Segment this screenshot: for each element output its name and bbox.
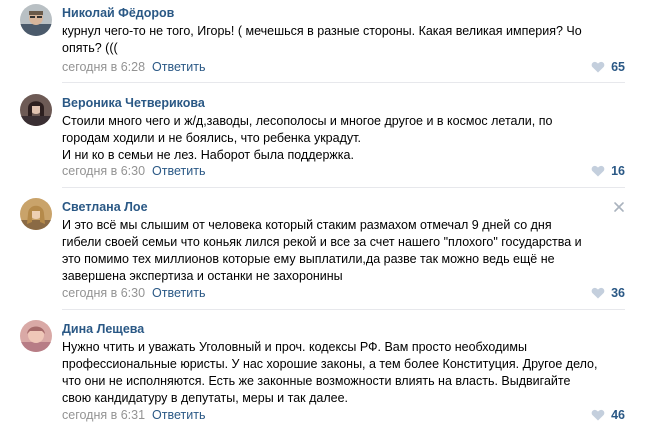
comment-date[interactable]: сегодня в 6:30 [62,286,145,300]
comment-text: Нужно чтить и уважать Уголовный и проч. … [62,339,627,407]
like-count: 36 [611,286,625,300]
comment-text-line: И это всё мы слышим от человека который … [62,218,552,232]
heart-icon [591,165,605,177]
comment-text-line: И ни ко в семьи не лез. Наборот была под… [62,148,354,162]
comment-text: Стоили много чего и ж/д,заводы, лесополо… [62,113,627,164]
comment-text-line: гибели своей семьи что коньяк лился реко… [62,235,582,249]
comment-text-line: завершена экспертиза и останки не захоро… [62,269,343,283]
comment-text-line: что они не исполняются. Есть же законные… [62,374,571,388]
comment-text-line: свою кандидатуру в депутаты, меры и так … [62,391,349,405]
like-button[interactable]: 16 [591,163,625,179]
like-button[interactable]: 46 [591,407,625,423]
divider [62,187,625,188]
comment-text-line: городам ходили и не боялись, что ребенка… [62,131,361,145]
reply-link[interactable]: Ответить [152,286,205,300]
like-count: 16 [611,164,625,178]
divider [62,82,625,83]
comment-text-line: Стоили много чего и ж/д,заводы, лесополо… [62,114,553,128]
comments-feed: Николай Фёдоров курнул чего-то не того, … [0,0,645,431]
comment-meta: сегодня в 6:30 Ответить [62,285,205,301]
comment-date[interactable]: сегодня в 6:31 [62,408,145,422]
reply-link[interactable]: Ответить [152,408,205,422]
comment-meta: сегодня в 6:30 Ответить [62,163,205,179]
comment-text-line: профессиональные юристы. У нас хорошие з… [62,357,598,371]
avatar[interactable] [20,94,52,126]
comment-author[interactable]: Николай Фёдоров [62,5,174,21]
heart-icon [591,287,605,299]
like-button[interactable]: 36 [591,285,625,301]
comment-text-line: курнул чего-то не того, Игорь! ( мечешьс… [62,24,582,38]
comment-text: курнул чего-то не того, Игорь! ( мечешьс… [62,23,627,57]
divider [62,309,625,310]
comment-text-line: это помимо тех миллионов которые ему вып… [62,252,555,266]
reply-link[interactable]: Ответить [152,60,205,74]
reply-link[interactable]: Ответить [152,164,205,178]
like-button[interactable]: 65 [591,59,625,75]
comment-author[interactable]: Дина Лещева [62,321,144,337]
avatar[interactable] [20,320,52,352]
like-count: 46 [611,408,625,422]
close-icon[interactable] [613,201,625,213]
comment-meta: сегодня в 6:31 Ответить [62,407,205,423]
avatar[interactable] [20,198,52,230]
avatar[interactable] [20,4,52,36]
comment-meta: сегодня в 6:28 Ответить [62,59,205,75]
comment-text: И это всё мы слышим от человека который … [62,217,627,285]
comment-date[interactable]: сегодня в 6:28 [62,60,145,74]
comment-author[interactable]: Вероника Четверикова [62,95,205,111]
comment-author[interactable]: Светлана Лое [62,199,148,215]
heart-icon [591,61,605,73]
like-count: 65 [611,60,625,74]
comment-text-line: Нужно чтить и уважать Уголовный и проч. … [62,340,527,354]
comment-text-line: опять? ((( [62,41,118,55]
heart-icon [591,409,605,421]
comment-date[interactable]: сегодня в 6:30 [62,164,145,178]
